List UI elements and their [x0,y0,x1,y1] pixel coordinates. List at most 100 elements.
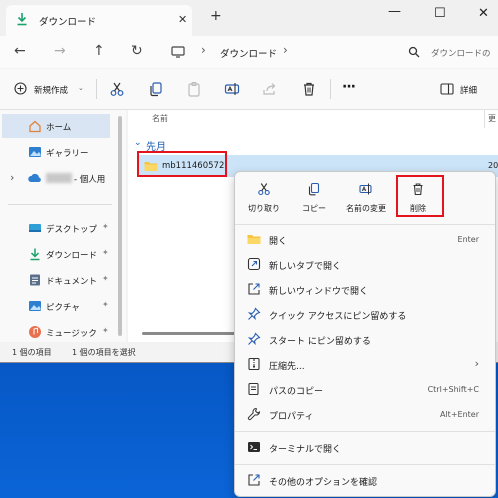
sidebar-item-home[interactable]: ホーム [2,114,110,138]
search-icon [408,46,420,58]
sidebar-item-label: デスクトップ [46,225,98,235]
pin-icon: ✦ [102,300,109,309]
copy-label: コピー [302,204,326,213]
sidebar-item-pictures[interactable]: ピクチャ ✦ [2,294,110,318]
menu-item-label: 新しいタブで開く [269,262,342,272]
pin-icon [247,307,261,321]
menu-item-copy-path[interactable]: パスのコピー Ctrl+Shift+C [239,377,491,402]
refresh-button[interactable]: ↻ [131,44,143,58]
horizontal-scrollbar[interactable] [142,332,238,335]
music-icon [29,326,41,338]
shortcut-label: Enter [457,235,479,244]
command-bar: 新規作成 ⌄ ··· 詳細 [0,69,498,110]
minimize-button[interactable]: — [388,4,401,19]
sidebar-item-downloads[interactable]: ダウンロード ✦ [2,242,110,266]
pin-start-icon [247,332,261,346]
menu-item-pin-start[interactable]: スタート にピン留めする [239,327,491,352]
monitor-icon [171,46,185,58]
sidebar-item-label: ダウンロード [46,251,98,261]
gallery-icon [29,147,41,157]
sidebar-item-music[interactable]: ミュージック ✦ [2,320,110,344]
paste-icon[interactable] [186,81,202,97]
menu-item-pin-quick-access[interactable]: クイック アクセスにピン留めする [239,302,491,327]
context-menu: 切り取り コピー 名前の変更 削除 開く Enter 新しいタブで開く 新しいウ… [234,171,496,497]
details-pane-button[interactable]: 詳細 [438,80,494,98]
sidebar-item-label: ホーム [46,123,72,133]
more-options-button[interactable]: ··· [342,79,356,95]
cut-label: 切り取り [248,204,280,213]
expand-chevron-icon[interactable]: › [10,171,14,184]
plus-circle-icon [14,82,27,95]
menu-item-label: 開く [269,237,288,247]
navigation-pane: ホーム ギャラリー › - 個人用 デスクトップ ✦ ダウンロード ✦ ドキュメ… [0,110,126,342]
copy-button[interactable]: コピー [289,178,339,216]
tab-title: ダウンロード [39,17,97,28]
pin-icon: ✦ [102,274,109,283]
tab-close-icon[interactable]: ✕ [178,13,187,26]
sidebar-item-label: ミュージック [46,329,97,339]
menu-item-label: パスのコピー [269,387,324,397]
file-date: 20 [488,161,498,170]
pin-icon: ✦ [102,326,109,335]
menu-item-label: クイック アクセスにピン留めする [269,312,407,322]
sidebar-item-desktop[interactable]: デスクトップ ✦ [2,216,110,240]
sidebar-item-onedrive[interactable]: › - 個人用 [2,166,110,190]
menu-item-properties[interactable]: プロパティ Alt+Enter [239,402,491,427]
sidebar-item-label: ピクチャ [46,303,80,313]
breadcrumb-downloads[interactable]: ダウンロード [220,46,277,60]
back-button[interactable]: ← [14,44,26,58]
menu-item-open-new-tab[interactable]: 新しいタブで開く [239,252,491,277]
search-box[interactable]: ダウンロードの [401,40,498,64]
new-label: 新規作成 [34,86,69,96]
breadcrumb-chevron-icon[interactable]: › [283,43,288,57]
menu-item-label: スタート にピン留めする [269,337,371,347]
menu-item-compress[interactable]: 圧縮先... › [239,352,491,377]
menu-item-open[interactable]: 開く Enter [239,227,491,252]
home-icon [29,120,41,133]
share-icon[interactable] [262,81,278,97]
menu-item-label: ターミナルで開く [269,445,342,455]
delete-icon[interactable] [301,81,317,97]
new-tab-button[interactable]: + [210,9,222,23]
rename-icon[interactable] [224,81,240,97]
download-icon [30,248,40,261]
rename-button[interactable]: 名前の変更 [339,178,393,216]
onedrive-icon [28,173,41,182]
collapse-chevron-icon: ⌄ [134,138,142,148]
menu-divider [235,464,495,465]
column-header-date[interactable]: 更 [488,113,496,124]
menu-item-open-new-window[interactable]: 新しいウィンドウで開く [239,277,491,302]
cut-button[interactable]: 切り取り [239,178,289,216]
rename-icon [359,183,372,195]
pin-icon: ✦ [102,248,109,257]
cut-icon[interactable] [109,81,125,97]
shortcut-label: Ctrl+Shift+C [427,385,479,394]
title-bar: ダウンロード ✕ + — ☐ ✕ [0,0,498,36]
sidebar-item-gallery[interactable]: ギャラリー [2,140,110,164]
column-divider[interactable] [484,110,485,128]
desktop-folder-icon [29,224,41,232]
up-button[interactable]: ↑ [93,44,105,58]
address-bar[interactable]: › ダウンロード › [165,40,399,64]
column-header-name[interactable]: 名前 [152,113,168,124]
sidebar-scrollbar[interactable] [118,116,122,336]
terminal-icon [248,442,260,452]
sidebar-item-label: ドキュメント [46,277,98,287]
forward-button[interactable]: → [54,44,66,58]
menu-divider [235,431,495,432]
tab-downloads[interactable]: ダウンロード ✕ [6,5,192,36]
group-header-last-month[interactable]: ⌄ 先月 [134,136,214,153]
more-options-icon [248,474,260,486]
new-button[interactable]: 新規作成 ⌄ [10,80,90,98]
maximize-button[interactable]: ☐ [434,6,446,21]
menu-item-more-options[interactable]: その他のオプションを確認 [239,468,491,493]
copy-icon[interactable] [148,81,164,97]
menu-item-open-terminal[interactable]: ターミナルで開く [239,435,491,460]
details-pane-icon [440,83,454,95]
selection-count: 1 個の項目を選択 [72,348,136,357]
menu-item-label: 圧縮先... [269,362,305,372]
sidebar-item-documents[interactable]: ドキュメント ✦ [2,268,110,292]
close-window-button[interactable]: ✕ [478,6,489,21]
new-window-icon [248,283,260,295]
pin-icon: ✦ [102,222,109,231]
